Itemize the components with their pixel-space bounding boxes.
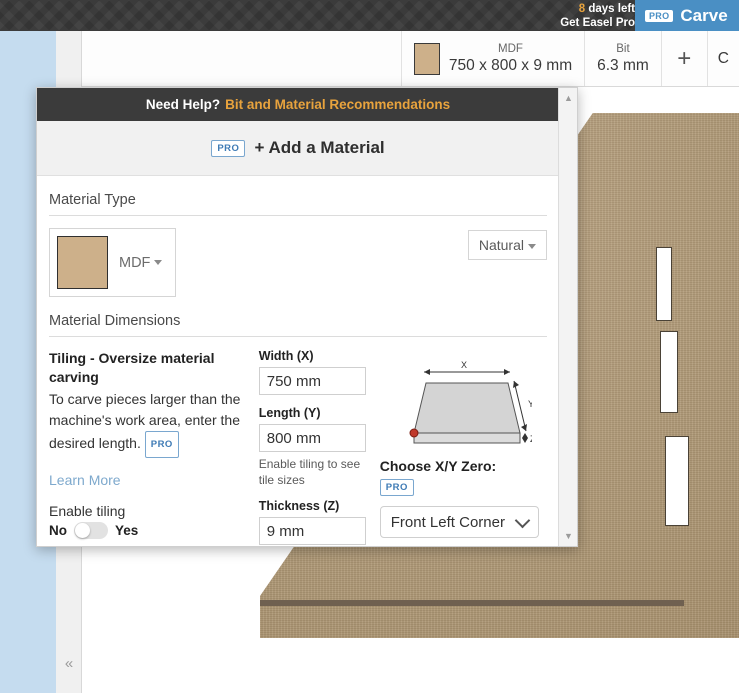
dimension-fields-column: Width (X) Length (Y) Enable tiling to se… bbox=[258, 349, 366, 545]
trial-status: 8 days left Get Easel Pro bbox=[560, 0, 635, 30]
trial-days-label: days left bbox=[585, 3, 635, 15]
svg-text:Y: Y bbox=[528, 399, 532, 409]
xy-zero-value: Front Left Corner bbox=[390, 513, 505, 531]
get-easel-pro-link[interactable]: Get Easel Pro bbox=[560, 16, 635, 30]
bit-toolbar-button[interactable]: Bit 6.3 mm bbox=[585, 31, 662, 86]
material-toolbar-name: MDF bbox=[498, 43, 523, 55]
carve-button-label: Carve bbox=[680, 5, 728, 25]
section-divider bbox=[49, 336, 547, 337]
width-x-input[interactable] bbox=[258, 367, 366, 395]
enable-tiling-toggle-row: No Yes bbox=[49, 522, 245, 539]
width-x-label: Width (X) bbox=[258, 349, 314, 363]
add-a-material-label: + Add a Material bbox=[254, 138, 385, 157]
material-toolbar-text: MDF 750 x 800 x 9 mm bbox=[449, 42, 572, 75]
material-finish-select[interactable]: Natural bbox=[467, 230, 547, 260]
modal-scrollbar[interactable]: ▲ ▼ bbox=[558, 88, 577, 546]
material-type-value: MDF bbox=[119, 254, 163, 271]
modal-body: Material Type MDF Natural Material Dimen… bbox=[37, 176, 559, 545]
material-finish-value: Natural bbox=[478, 237, 524, 253]
add-toolbar-button[interactable]: + bbox=[662, 31, 708, 86]
pro-badge-carve: PRO bbox=[645, 9, 674, 22]
stock-material-edge bbox=[260, 600, 684, 606]
material-toolbar: MDF 750 x 800 x 9 mm Bit 6.3 mm + C bbox=[82, 31, 739, 87]
svg-text:X: X bbox=[461, 360, 467, 370]
xy-zero-select[interactable]: Front Left Corner bbox=[379, 506, 539, 538]
carve-button[interactable]: PRO Carve bbox=[635, 0, 739, 31]
material-type-row: MDF Natural bbox=[49, 228, 547, 297]
scroll-up-icon[interactable]: ▲ bbox=[559, 90, 578, 106]
length-y-label: Length (Y) bbox=[258, 406, 321, 420]
chevron-down-icon bbox=[528, 243, 536, 249]
tiling-column: Tiling - Oversize material carving To ca… bbox=[49, 349, 245, 545]
material-type-value-text: MDF bbox=[119, 254, 151, 271]
carve-cutout bbox=[656, 247, 672, 321]
material-settings-modal: Need Help? Bit and Material Recommendati… bbox=[36, 87, 578, 547]
carve-cutout bbox=[665, 436, 689, 526]
xy-zero-column: X Y Z Choose X/Y Zero: bbox=[379, 349, 547, 545]
pro-badge-tiling: PRO bbox=[144, 431, 179, 458]
tiling-heading: Tiling - Oversize material carving bbox=[49, 350, 215, 385]
svg-text:Z: Z bbox=[530, 434, 532, 444]
need-help-label: Need Help? bbox=[145, 97, 221, 112]
enable-tiling-label: Enable tiling bbox=[49, 503, 126, 519]
toggle-knob bbox=[75, 523, 90, 538]
toggle-yes-label: Yes bbox=[115, 523, 139, 538]
collapse-left-panel-icon[interactable]: « bbox=[60, 655, 78, 673]
top-app-bar: 8 days left Get Easel Pro PRO Carve bbox=[0, 0, 739, 31]
material-axes-diagram-icon: X Y Z bbox=[409, 360, 536, 444]
material-type-heading: Material Type bbox=[49, 192, 136, 208]
material-dimensions-heading: Material Dimensions bbox=[49, 313, 181, 329]
tile-size-hint: Enable tiling to see tile sizes bbox=[258, 457, 361, 487]
cut-toolbar-button[interactable]: C bbox=[708, 31, 739, 86]
material-type-select[interactable]: MDF bbox=[49, 228, 177, 297]
add-a-material-button[interactable]: PRO + Add a Material bbox=[37, 121, 559, 176]
material-toolbar-dimensions: 750 x 800 x 9 mm bbox=[448, 57, 573, 74]
pro-badge-add-material: PRO bbox=[211, 139, 246, 157]
xy-zero-heading: Choose X/Y Zero: bbox=[379, 458, 497, 474]
thickness-z-input[interactable] bbox=[258, 517, 366, 545]
material-swatch-icon bbox=[413, 42, 440, 75]
thickness-z-label: Thickness (Z) bbox=[258, 499, 340, 513]
cut-label: C bbox=[717, 49, 729, 67]
carve-cutout bbox=[660, 331, 678, 413]
modal-content: Need Help? Bit and Material Recommendati… bbox=[37, 88, 559, 546]
scroll-down-icon[interactable]: ▼ bbox=[559, 528, 578, 544]
section-divider bbox=[49, 215, 547, 216]
plus-icon: + bbox=[677, 44, 692, 72]
pro-badge-xy-zero: PRO bbox=[379, 479, 414, 497]
chevron-down-icon bbox=[514, 512, 531, 528]
tiling-learn-more-link[interactable]: Learn More bbox=[49, 472, 245, 488]
length-y-input[interactable] bbox=[258, 424, 366, 452]
tiling-description: To carve pieces larger than the machine'… bbox=[49, 389, 245, 458]
trial-days-line: 8 days left bbox=[560, 2, 635, 16]
need-help-bar: Need Help? Bit and Material Recommendati… bbox=[37, 88, 559, 121]
toolbar-spacer bbox=[82, 31, 402, 86]
xy-zero-badge-wrap: PRO bbox=[379, 479, 547, 497]
bit-label: Bit bbox=[616, 43, 630, 55]
material-color-swatch-icon bbox=[57, 236, 108, 289]
toggle-no-label: No bbox=[49, 523, 67, 538]
bit-material-recommendations-link[interactable]: Bit and Material Recommendations bbox=[225, 97, 450, 112]
dimensions-area: Tiling - Oversize material carving To ca… bbox=[49, 349, 547, 545]
bit-value: 6.3 mm bbox=[597, 57, 649, 74]
material-toolbar-button[interactable]: MDF 750 x 800 x 9 mm bbox=[402, 31, 586, 86]
app-root: 8 days left Get Easel Pro PRO Carve « MD… bbox=[0, 0, 739, 693]
enable-tiling-toggle[interactable] bbox=[74, 522, 108, 539]
chevron-down-icon bbox=[154, 260, 163, 266]
